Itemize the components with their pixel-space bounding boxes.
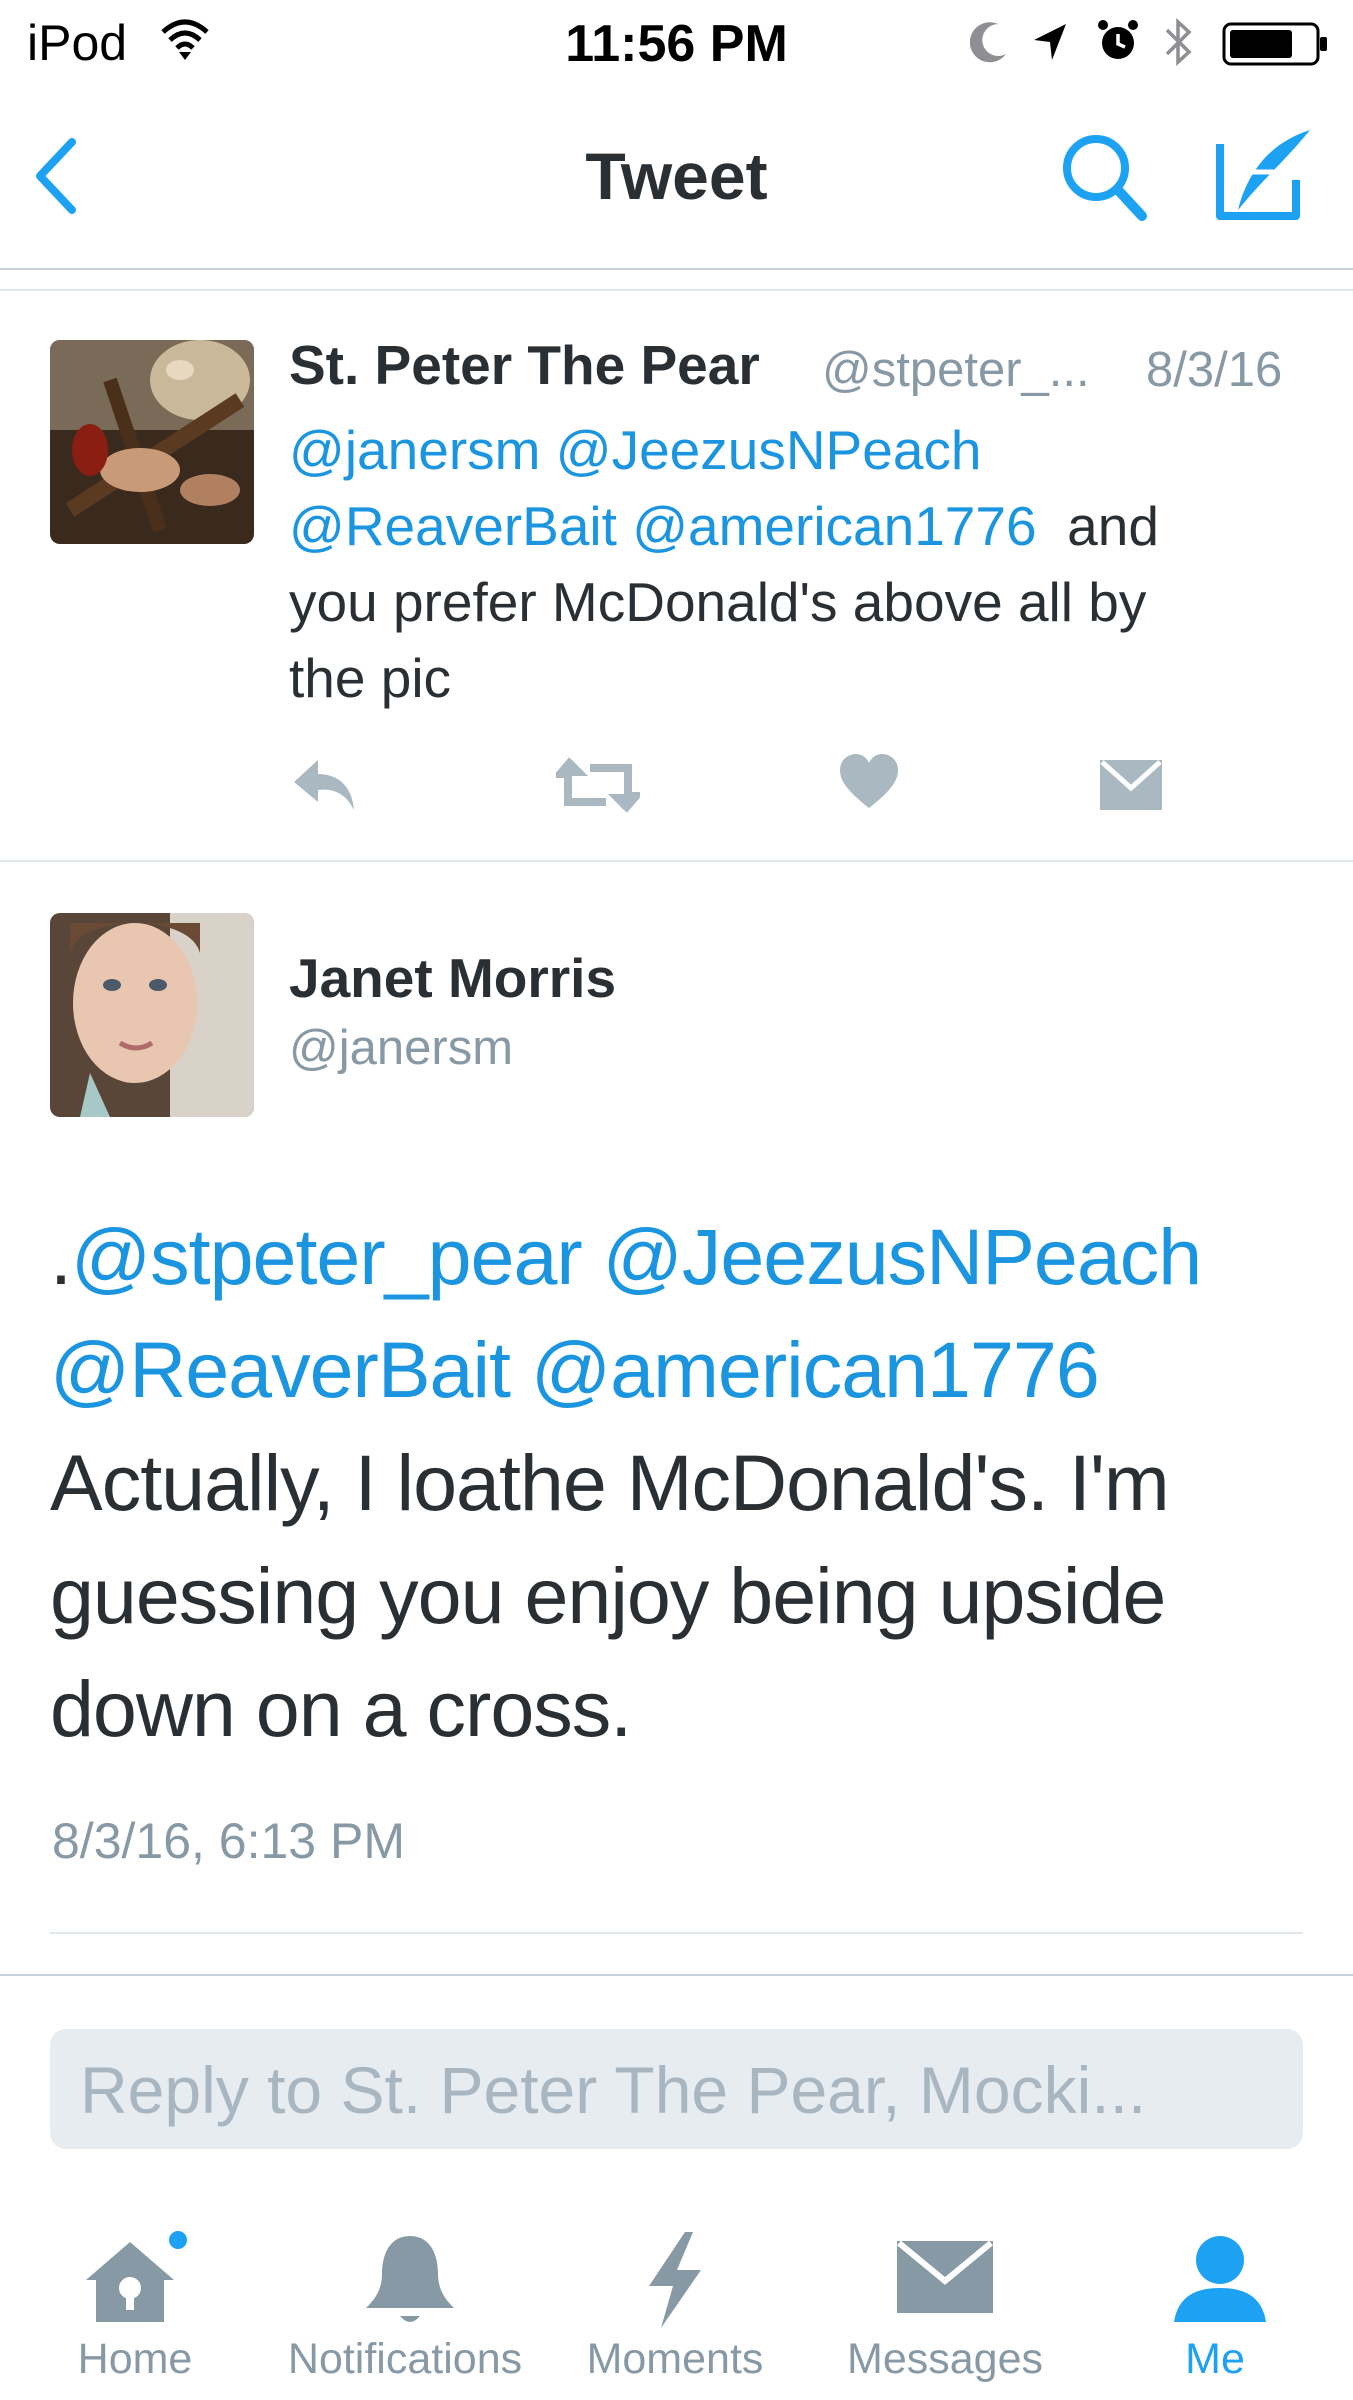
envelope-icon	[897, 2240, 993, 2313]
bell-icon	[366, 2236, 454, 2322]
battery-icon	[1222, 22, 1327, 66]
tweet-text-line: @janersm @JeezusNPeach	[289, 412, 982, 488]
location-arrow-icon	[1034, 24, 1066, 60]
nav-divider	[0, 268, 1353, 270]
avatar-janersm[interactable]	[50, 913, 254, 1117]
home-icon	[86, 2231, 187, 2322]
search-icon[interactable]	[1058, 130, 1148, 224]
tab-moments-label: Moments	[586, 2335, 764, 2383]
tweet-text-line: down on a cross.	[50, 1664, 632, 1753]
compose-icon[interactable]	[1212, 124, 1316, 224]
tweet-text-line: guessing you enjoy being upside	[50, 1551, 1166, 1640]
reply-input[interactable]	[78, 2029, 1272, 2151]
tweet-author-name[interactable]: St. Peter The Pear	[289, 333, 760, 397]
tab-me-label: Me	[1185, 2335, 1245, 2383]
nav-divider-secondary	[0, 289, 1353, 291]
tab-notifications[interactable]: Notifications	[270, 2215, 540, 2400]
tab-messages[interactable]: Messages	[810, 2215, 1080, 2400]
tab-messages-label: Messages	[847, 2335, 1043, 2383]
dm-icon[interactable]	[1098, 758, 1164, 812]
retweet-icon[interactable]	[556, 756, 640, 814]
tab-me[interactable]: Me	[1080, 2215, 1350, 2400]
mention-link[interactable]: @JeezusNPeach	[603, 1212, 1203, 1301]
person-icon	[1174, 2236, 1266, 2322]
reply-icon[interactable]	[290, 756, 360, 814]
mention-link[interactable]: @ReaverBait	[50, 1325, 511, 1414]
page-title: Tweet	[585, 139, 768, 213]
reply-divider	[0, 1974, 1353, 1976]
tweet-author-name[interactable]: Janet Morris	[289, 946, 616, 1010]
lightning-icon	[649, 2232, 701, 2328]
alarm-icon	[1098, 20, 1138, 59]
tweet-author-handle[interactable]: @stpeter_...	[822, 342, 1090, 398]
tweet-timestamp: 8/3/16, 6:13 PM	[52, 1813, 406, 1869]
tweet-text-line: @ReaverBait @american1776 and	[289, 488, 1159, 564]
tweet-text-line: you prefer McDonald's above all by	[289, 571, 1147, 633]
avatar-stpeter[interactable]	[50, 340, 254, 544]
tab-home-label: Home	[77, 2335, 193, 2383]
mention-link[interactable]: @stpeter_pear	[71, 1212, 583, 1301]
moon-icon	[970, 22, 1006, 63]
like-icon[interactable]	[838, 752, 900, 812]
mention-link[interactable]: @ReaverBait	[289, 495, 617, 557]
tweet-divider	[50, 1932, 1303, 1934]
tweet-text-line: Actually, I loathe McDonald's. I'm	[50, 1438, 1170, 1527]
mention-link[interactable]: @janersm	[289, 419, 540, 481]
tab-home[interactable]: Home	[0, 2215, 270, 2400]
tweet-text-line: @ReaverBait @american1776	[50, 1313, 1100, 1426]
tweet-text-line: the pic	[289, 647, 452, 709]
tweet-author-handle[interactable]: @janersm	[289, 1020, 513, 1076]
reply-box[interactable]	[50, 2029, 1303, 2151]
status-time: 11:56 PM	[565, 15, 788, 73]
tweet-text: .	[50, 1212, 72, 1301]
bluetooth-icon	[1165, 18, 1192, 66]
mention-link[interactable]: @american1776	[531, 1325, 1100, 1414]
tab-notifications-label: Notifications	[287, 2335, 523, 2383]
mention-link[interactable]: @JeezusNPeach	[556, 419, 982, 481]
tweet-text: and	[1067, 495, 1159, 557]
tweet-date: 8/3/16	[1146, 343, 1283, 397]
mention-link[interactable]: @american1776	[632, 495, 1036, 557]
tab-moments[interactable]: Moments	[540, 2215, 810, 2400]
status-bar: iPod 11:56 PM	[0, 0, 1353, 84]
tweet-text-line: .@stpeter_pear @JeezusNPeach	[50, 1200, 1203, 1313]
tweet-divider	[0, 860, 1353, 862]
